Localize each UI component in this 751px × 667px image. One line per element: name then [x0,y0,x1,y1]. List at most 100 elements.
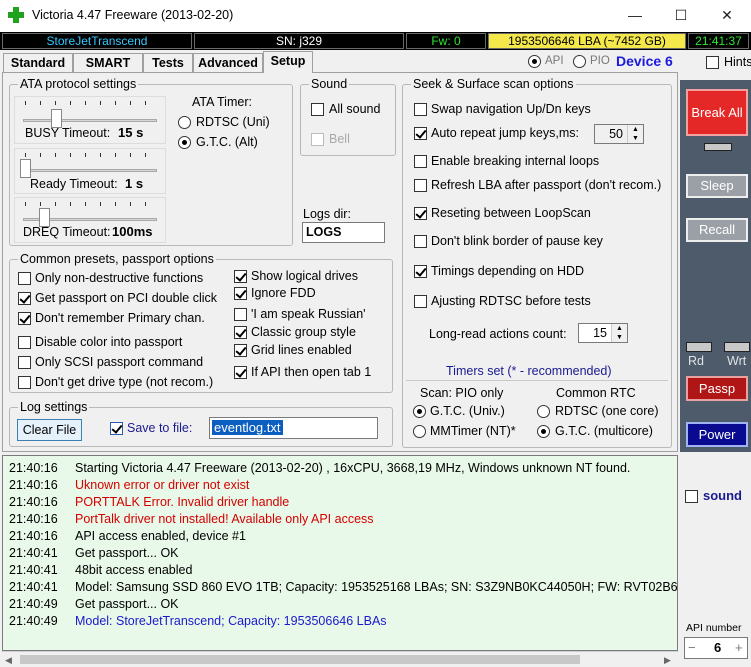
break-all-button[interactable]: Break All [686,89,748,136]
log-horizontal-scrollbar[interactable]: ◀ ▶ [2,651,678,667]
log-message: Uknown error or driver not exist [75,478,250,492]
logs-dir-label: Logs dir: [303,207,351,221]
log-file-value: eventlog.txt [212,420,283,435]
tab-setup[interactable]: Setup [263,51,313,73]
mmtimer-radio[interactable] [413,425,426,438]
log-time: 21:40:16 [9,461,58,475]
all-sound-label: All sound [329,102,381,116]
busy-timeout-value: 15 s [118,125,144,140]
seek-reset-loopscan-checkbox[interactable] [414,207,427,220]
preset-api-tab-label: If API then open tab 1 [251,365,372,379]
gtc-multi-radio[interactable] [537,425,550,438]
device-name: StoreJetTranscend [2,33,192,49]
log-row: 21:40:41 Model: Samsung SSD 860 EVO 1TB; … [9,580,678,597]
tab-smart[interactable]: SMART [73,53,143,72]
seek-auto-repeat-checkbox[interactable] [414,127,427,140]
preset-drive-type-checkbox[interactable] [18,376,31,389]
api-number-stepper[interactable]: − 6 + [684,637,748,659]
ata-timer-rdtsc-label: RDTSC (Uni) [196,115,270,129]
preset-passport-pci-checkbox[interactable] [18,292,31,305]
preset-russian-checkbox[interactable] [234,308,247,321]
tab-advanced[interactable]: Advanced [193,53,263,72]
scroll-thumb[interactable] [20,655,580,664]
rdtsc-core-radio[interactable] [537,405,550,418]
stepper-up-icon[interactable]: ▲ [627,125,643,134]
close-button[interactable]: ✕ [704,0,750,30]
preset-non-destructive-checkbox[interactable] [18,272,31,285]
maximize-button[interactable]: ☐ [658,0,704,30]
recall-button[interactable]: Recall [686,218,748,242]
seek-blink-border-checkbox[interactable] [414,235,427,248]
tab-standard[interactable]: Standard [3,53,73,72]
log-settings-title: Log settings [18,400,90,414]
tab-tests[interactable]: Tests [143,53,193,72]
seek-refresh-lba-checkbox[interactable] [414,179,427,192]
minimize-button[interactable]: — [612,0,658,30]
seek-scan-title: Seek & Surface scan options [411,77,576,91]
log-time: 21:40:41 [9,546,58,560]
lba-capacity: 1953506646 LBA (~7452 GB) [488,33,686,49]
preset-grid-lines-checkbox[interactable] [234,344,247,357]
sound-checkbox[interactable] [685,490,698,503]
stepper-up-icon[interactable]: ▲ [611,324,627,333]
preset-primary-chan-label: Don't remember Primary chan. [35,311,205,325]
preset-scsi-passport-checkbox[interactable] [18,356,31,369]
ata-timer-gtc-radio[interactable] [178,136,191,149]
api-number-plus[interactable]: + [735,640,743,655]
seek-break-loops-checkbox[interactable] [414,155,427,168]
preset-api-tab-checkbox[interactable] [234,366,247,379]
preset-drive-type-label: Don't get drive type (not recom.) [35,375,214,389]
api-radio[interactable] [528,55,541,68]
preset-ignore-fdd-label: Ignore FDD [251,286,316,300]
log-message: Model: StoreJetTranscend; Capacity: 1953… [75,614,387,628]
preset-passport-pci-label: Get passport on PCI double click [35,291,218,305]
read-label: Rd [688,354,704,368]
preset-primary-chan-checkbox[interactable] [18,312,31,325]
seek-timings-hdd-checkbox[interactable] [414,265,427,278]
pio-radio[interactable] [573,55,586,68]
preset-classic-group-checkbox[interactable] [234,326,247,339]
log-message: API access enabled, device #1 [75,529,246,543]
sleep-button[interactable]: Sleep [686,174,748,198]
all-sound-checkbox[interactable] [311,103,324,116]
passport-button[interactable]: Passp [686,376,748,401]
stepper-down-icon[interactable]: ▼ [627,134,643,143]
auto-repeat-ms-stepper[interactable]: 50 ▲ ▼ [594,124,644,144]
write-label: Wrt [727,354,747,368]
log-message: 48bit access enabled [75,563,193,577]
long-read-stepper[interactable]: 15 ▲ ▼ [578,323,628,343]
ata-timer-rdtsc-radio[interactable] [178,116,191,129]
green-cross-icon [8,7,24,23]
stepper-down-icon[interactable]: ▼ [611,333,627,342]
preset-disable-color-checkbox[interactable] [18,336,31,349]
long-read-value: 15 [593,326,607,340]
logs-dir-input[interactable]: LOGS [302,222,385,243]
log-time: 21:40:16 [9,478,58,492]
scroll-left-icon[interactable]: ◀ [5,655,12,666]
log-message: Starting Victoria 4.47 Freeware (2013-02… [75,461,631,475]
hints-checkbox[interactable] [706,56,719,69]
hints-label: Hints [724,55,751,69]
log-message: Model: Samsung SSD 860 EVO 1TB; Capacity… [75,580,678,594]
gtc-univ-radio[interactable] [413,405,426,418]
preset-non-destructive-label: Only non-destructive functions [35,271,204,285]
log-file-input[interactable]: eventlog.txt [209,417,378,439]
log-time: 21:40:16 [9,512,58,526]
seek-swap-nav-checkbox[interactable] [414,103,427,116]
scroll-right-icon[interactable]: ▶ [664,655,671,666]
window-title: Victoria 4.47 Freeware (2013-02-20) [32,8,234,22]
save-to-file-checkbox[interactable] [110,422,123,435]
bell-checkbox[interactable] [311,133,324,146]
clear-file-button[interactable]: Clear File [17,419,82,441]
preset-logical-drives-checkbox[interactable] [234,270,247,283]
seek-ajust-rdtsc-checkbox[interactable] [414,295,427,308]
preset-ignore-fdd-checkbox[interactable] [234,287,247,300]
preset-russian-label: 'I am speak Russian' [251,307,366,321]
seek-timings-hdd-label: Timings depending on HDD [431,264,585,278]
api-number-minus[interactable]: − [688,640,696,655]
power-button[interactable]: Power [686,422,748,447]
title-bar: Victoria 4.47 Freeware (2013-02-20) — ☐ … [0,0,751,32]
event-log[interactable]: 21:40:16 Starting Victoria 4.47 Freeware … [2,455,678,651]
log-message: PortTalk driver not installed! Available… [75,512,374,526]
log-row: 21:40:16 PortTalk driver not installed! A… [9,512,374,529]
